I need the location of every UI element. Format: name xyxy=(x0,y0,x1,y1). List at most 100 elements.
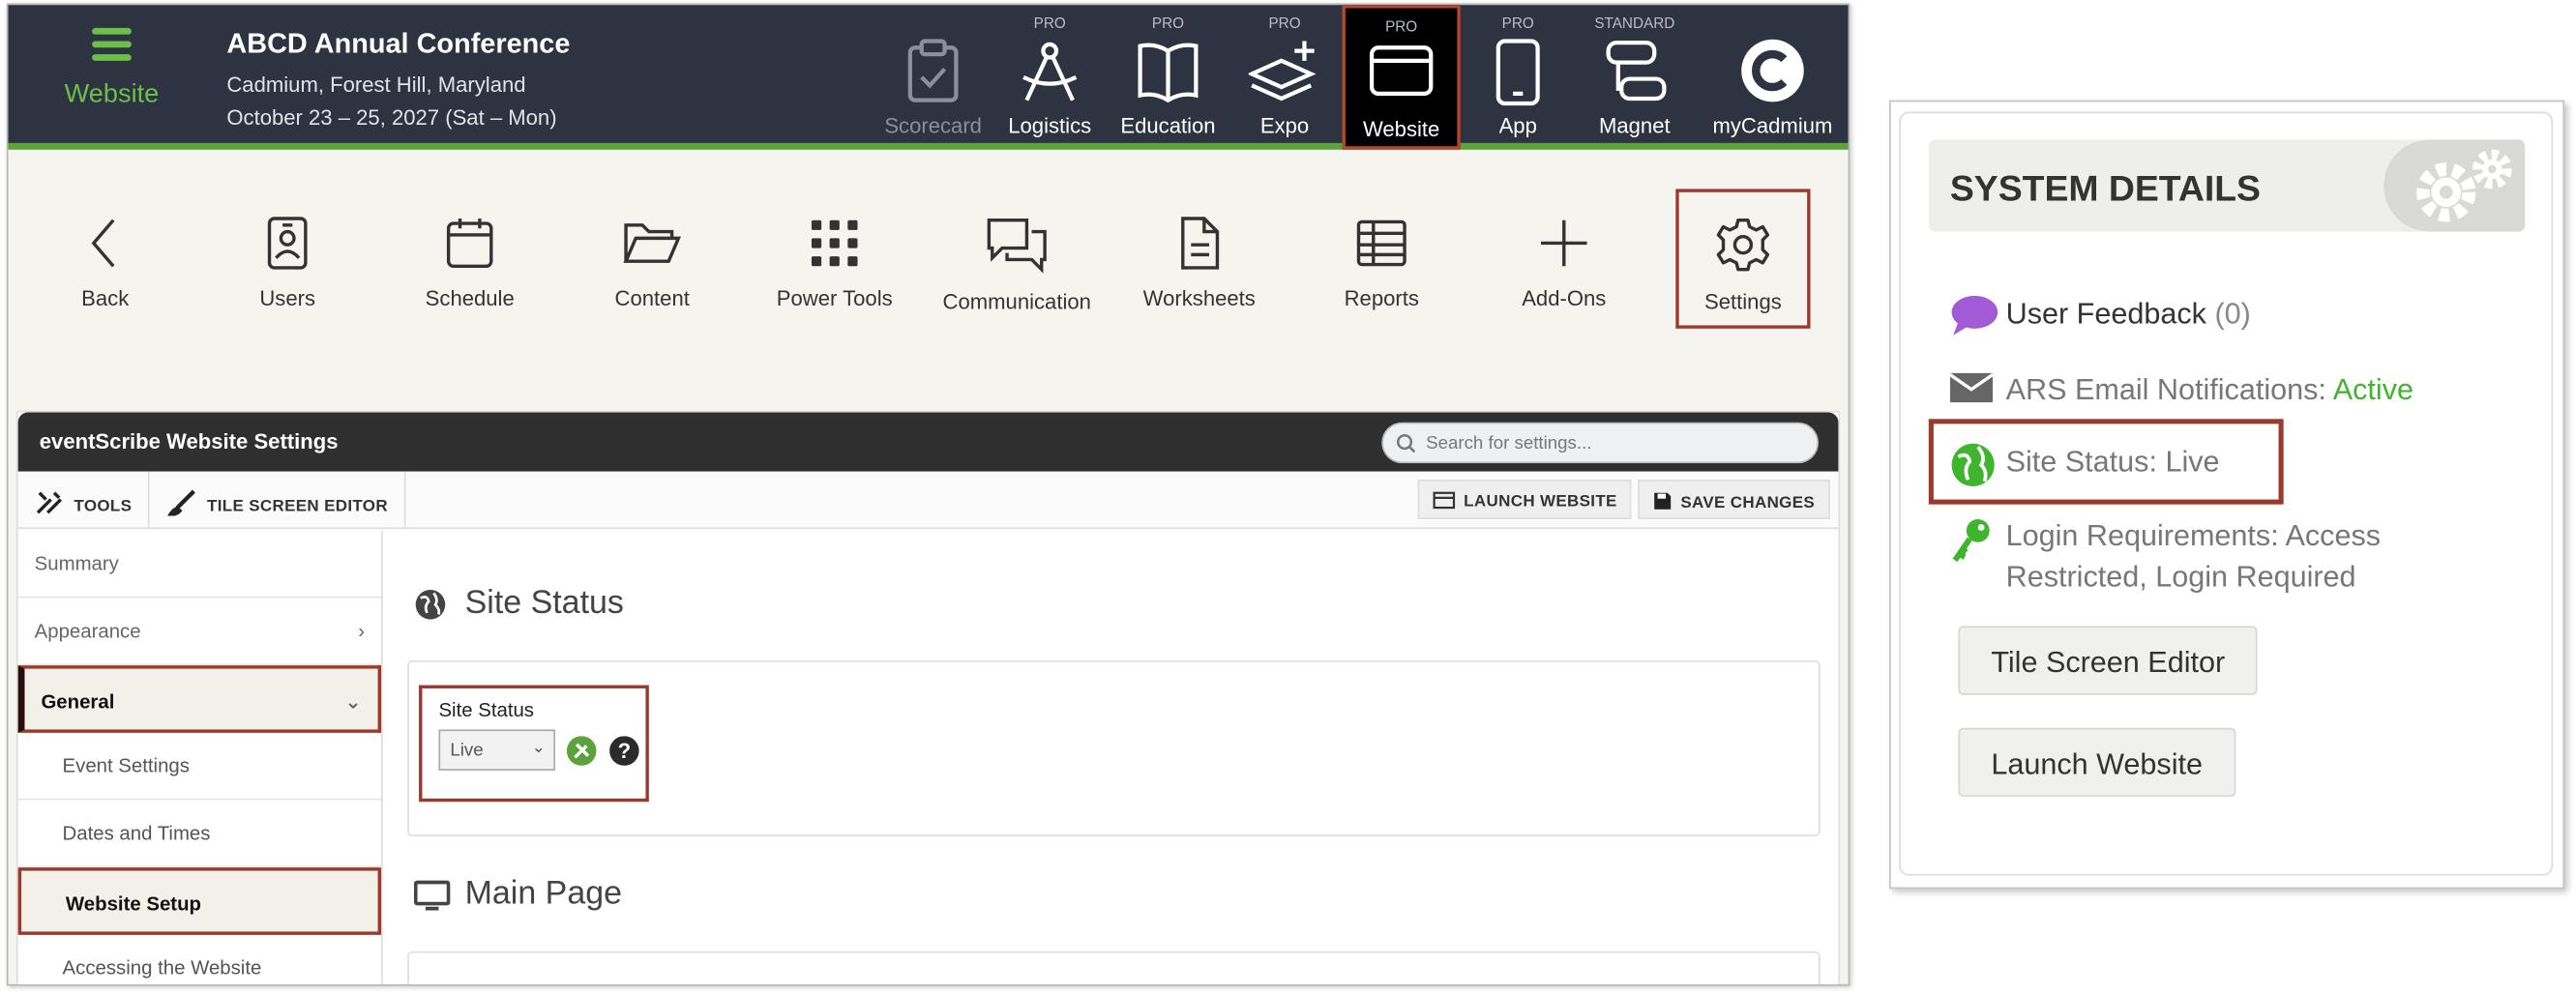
toolbar-label: Power Tools xyxy=(776,285,893,311)
brand-menu-button[interactable]: Website xyxy=(38,24,186,109)
module-logistics[interactable]: PRO Logistics xyxy=(991,5,1109,150)
save-changes-button[interactable]: SAVE CHANGES xyxy=(1638,480,1830,519)
toolbar-label: Add-Ons xyxy=(1522,285,1607,311)
toolbar-label: Back xyxy=(81,285,130,311)
toolbar-reports[interactable]: Reports xyxy=(1299,216,1464,314)
toolbar-communication[interactable]: Communication xyxy=(934,216,1099,317)
module-expo[interactable]: PRO Expo xyxy=(1226,5,1344,150)
toolbar-power-tools[interactable]: Power Tools xyxy=(753,216,917,314)
key-icon xyxy=(1952,518,1990,563)
grid-dots-icon xyxy=(811,219,858,267)
nav-label: Dates and Times xyxy=(62,821,211,845)
save-icon xyxy=(1654,492,1672,510)
login-requirements-text: Login Requirements: Access Restricted, Lo… xyxy=(2006,516,2381,599)
globe-icon xyxy=(415,590,446,620)
tools-button[interactable]: TOOLS xyxy=(18,471,150,530)
module-mycadmium[interactable]: myCadmium xyxy=(1705,5,1840,150)
tile-editor-label: TILE SCREEN EDITOR xyxy=(206,497,388,516)
magnet-flow-icon xyxy=(1606,41,1667,102)
module-website[interactable]: PRO Website xyxy=(1342,5,1461,150)
toolbar-schedule[interactable]: Schedule xyxy=(388,216,552,314)
tile-screen-editor-button[interactable]: TILE SCREEN EDITOR xyxy=(151,471,406,530)
section-title: Main Page xyxy=(464,875,623,913)
event-info: ABCD Annual Conference Cadmium, Forest H… xyxy=(226,28,570,138)
toolbar-back[interactable]: Back xyxy=(23,216,188,314)
launch-website-button[interactable]: LAUNCH WEBSITE xyxy=(1417,480,1633,519)
tools-icon xyxy=(36,491,63,514)
folder-open-icon xyxy=(623,223,681,263)
site-status-label: Site Status xyxy=(438,698,535,721)
tools-badge-icon[interactable] xyxy=(567,735,598,765)
toolbar-add-ons[interactable]: Add-Ons xyxy=(1482,216,1646,314)
nav-label: General xyxy=(41,689,115,714)
hamburger-menu-icon[interactable] xyxy=(92,27,132,61)
email-status: Active xyxy=(2332,372,2414,406)
help-icon[interactable]: ? xyxy=(608,735,639,765)
settings-sidebar: Summary Appearance › General ⌄ Event Setti… xyxy=(17,530,383,984)
chevron-right-icon: › xyxy=(358,619,366,643)
module-tier: PRO xyxy=(1501,15,1534,32)
book-icon xyxy=(1138,43,1199,103)
nav-item-website-setup[interactable]: Website Setup xyxy=(17,867,382,935)
system-details-title: SYSTEM DETAILS xyxy=(1949,167,2261,209)
module-app[interactable]: PRO App xyxy=(1459,5,1577,150)
layers-plus-icon xyxy=(1248,41,1317,102)
nav-item-summary[interactable]: Summary xyxy=(17,531,382,599)
nav-label: Accessing the Website xyxy=(62,955,262,979)
site-status-card: Site Status Live ⌄ ? xyxy=(407,660,1821,836)
module-magnet[interactable]: STANDARD Magnet xyxy=(1576,5,1694,150)
nav-item-general[interactable]: General ⌄ xyxy=(17,665,382,733)
id-badge-icon xyxy=(267,217,308,270)
module-tier: STANDARD xyxy=(1594,15,1675,32)
module-scorecard[interactable]: Scorecard xyxy=(873,5,992,150)
settings-highlight-box xyxy=(1675,189,1811,329)
main-page-card xyxy=(407,950,1821,984)
section-main-page-heading: Main Page xyxy=(413,875,623,914)
toolbar-label: Worksheets xyxy=(1142,285,1256,311)
svg-text:?: ? xyxy=(617,738,630,762)
nav-item-event-settings[interactable]: Event Settings xyxy=(17,733,382,801)
nav-item-accessing-website[interactable]: Accessing the Website xyxy=(18,935,381,984)
feedback-count: (0) xyxy=(2214,297,2251,331)
launch-website-button[interactable]: Launch Website xyxy=(1958,727,2235,798)
chevron-down-icon: ⌄ xyxy=(531,739,546,758)
toolbar-label: Users xyxy=(259,285,316,311)
smartphone-icon xyxy=(1495,39,1540,106)
system-details-panel: SYSTEM DETAILS User Feedback (0) ARS Ema… xyxy=(1889,100,2565,890)
toolbar-users[interactable]: Users xyxy=(205,216,370,314)
system-details-card: SYSTEM DETAILS User Feedback (0) ARS Ema… xyxy=(1899,111,2554,876)
toolbar-label: Reports xyxy=(1344,285,1419,311)
clipboard-check-icon xyxy=(907,39,959,102)
site-status-field: Site Status Live ⌄ ? xyxy=(419,685,649,803)
toolbar-worksheets[interactable]: Worksheets xyxy=(1117,216,1282,314)
event-title: ABCD Annual Conference xyxy=(226,27,571,60)
screenshot-root: Website ABCD Annual Conference Cadmium, … xyxy=(0,0,2576,994)
toolbar-content[interactable]: Content xyxy=(570,216,734,314)
table-icon xyxy=(1356,219,1406,267)
calendar-icon xyxy=(446,218,493,268)
select-value: Live xyxy=(450,741,484,761)
settings-search-input[interactable]: Search for settings... xyxy=(1381,422,1820,464)
document-icon xyxy=(1181,217,1220,270)
toolbar-label: Content xyxy=(614,285,690,311)
settings-header: eventScribe Website Settings Search for … xyxy=(17,412,1839,472)
plus-icon xyxy=(1541,219,1587,267)
module-label: Expo xyxy=(1259,113,1310,138)
toolbar-label: Communication xyxy=(942,289,1091,314)
nav-item-dates-times[interactable]: Dates and Times xyxy=(17,801,382,868)
settings-title: eventScribe Website Settings xyxy=(39,428,339,453)
search-placeholder: Search for settings... xyxy=(1426,433,1592,453)
tools-label: TOOLS xyxy=(74,497,133,516)
module-label: Scorecard xyxy=(884,113,982,138)
tile-screen-editor-button[interactable]: Tile Screen Editor xyxy=(1958,626,2259,695)
brand-label: Website xyxy=(64,80,160,109)
nav-item-appearance[interactable]: Appearance › xyxy=(17,599,382,666)
module-label: Magnet xyxy=(1598,113,1671,138)
module-education[interactable]: PRO Education xyxy=(1109,5,1227,150)
site-status-select[interactable]: Live ⌄ xyxy=(438,729,556,771)
login-line-2: Restricted, Login Required xyxy=(2005,560,2356,594)
module-tier: PRO xyxy=(1385,17,1418,35)
top-navigation-bar: Website ABCD Annual Conference Cadmium, … xyxy=(8,5,1849,150)
cadmium-app-window: Website ABCD Annual Conference Cadmium, … xyxy=(6,3,1851,986)
module-tier: PRO xyxy=(1268,15,1301,32)
